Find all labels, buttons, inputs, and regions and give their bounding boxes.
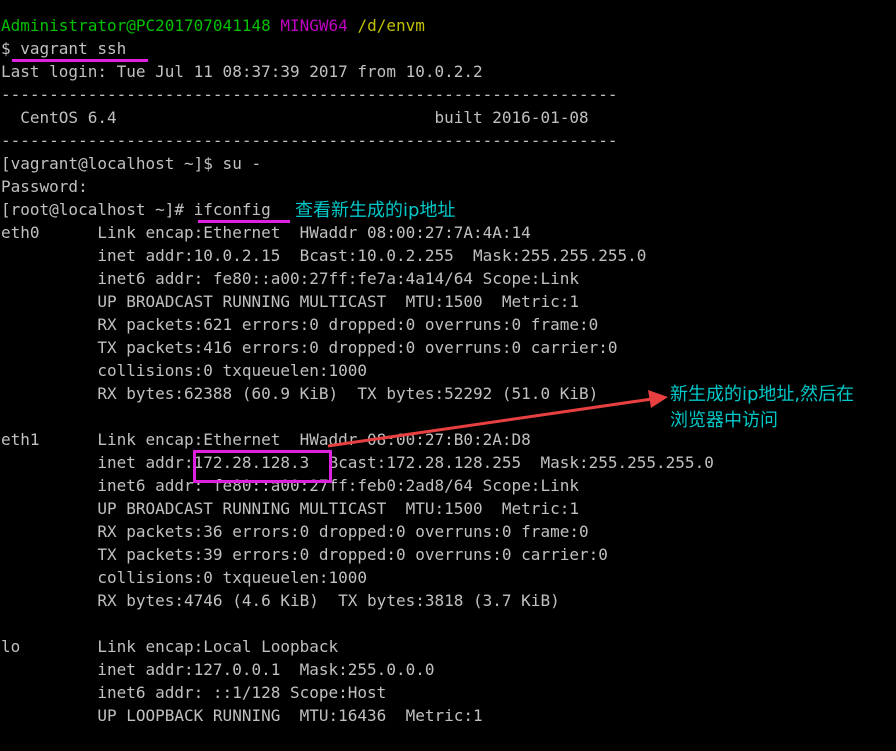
terminal-line: UP BROADCAST RUNNING MULTICAST MTU:1500 … (1, 499, 579, 518)
terminal-line: Last login: Tue Jul 11 08:37:39 2017 fro… (1, 62, 483, 81)
terminal-line: TX packets:416 errors:0 dropped:0 overru… (1, 338, 618, 357)
ifconfig-annotation: 查看新生成的ip地址 (295, 200, 456, 221)
terminal-line: lo Link encap:Local Loopback (1, 637, 339, 656)
terminal-line: ----------------------------------------… (1, 85, 618, 104)
terminal-line: inet6 addr: ::1/128 Scope:Host (1, 683, 387, 702)
terminal-line: RX bytes:4746 (4.6 KiB) TX bytes:3818 (3… (1, 591, 560, 610)
terminal-line: $ vagrant ssh (1, 39, 127, 58)
terminal-line: TX packets:39 errors:0 dropped:0 overrun… (1, 545, 608, 564)
ifconfig-underline (198, 220, 290, 223)
prompt-shell: MINGW64 (280, 16, 348, 35)
terminal-line: RX packets:36 errors:0 dropped:0 overrun… (1, 522, 589, 541)
terminal-window[interactable]: Administrator@PC201707041148 MINGW64 /d/… (0, 0, 896, 751)
prompt-path: /d/envm (357, 16, 425, 35)
terminal-line: collisions:0 txqueuelen:1000 (1, 568, 368, 587)
terminal-line: inet6 addr: fe80::a00:27ff:fe7a:4a14/64 … (1, 269, 579, 288)
ip-highlight-box (193, 450, 332, 483)
terminal-line: inet6 addr: fe80::a00:27ff:feb0:2ad8/64 … (1, 476, 579, 495)
terminal-line: inet addr:127.0.0.1 Mask:255.0.0.0 (1, 660, 435, 679)
prompt-user-host: Administrator@PC201707041148 (1, 16, 271, 35)
terminal-line: collisions:0 txqueuelen:1000 (1, 361, 368, 380)
terminal-line: ----------------------------------------… (1, 131, 618, 150)
terminal-line: [vagrant@localhost ~]$ su - (1, 154, 262, 173)
terminal-line: CentOS 6.4 built 2016-01-08 (1, 108, 589, 127)
terminal-line: eth0 Link encap:Ethernet HWaddr 08:00:27… (1, 223, 531, 242)
terminal-line: UP BROADCAST RUNNING MULTICAST MTU:1500 … (1, 292, 579, 311)
prompt-line: Administrator@PC201707041148 MINGW64 /d/… (0, 14, 896, 37)
terminal-line: inet addr:172.28.128.3 Bcast:172.28.128.… (1, 453, 714, 472)
terminal-line: Password: (1, 177, 88, 196)
ip-annotation-line1: 新生成的ip地址,然后在 (670, 384, 855, 405)
terminal-line: UP LOOPBACK RUNNING MTU:16436 Metric:1 (1, 706, 483, 725)
ip-annotation-line2: 浏览器中访问 (670, 410, 778, 431)
terminal-line: inet addr:10.0.2.15 Bcast:10.0.2.255 Mas… (1, 246, 647, 265)
vagrant-ssh-underline (12, 59, 148, 62)
terminal-line: RX packets:621 errors:0 dropped:0 overru… (1, 315, 599, 334)
